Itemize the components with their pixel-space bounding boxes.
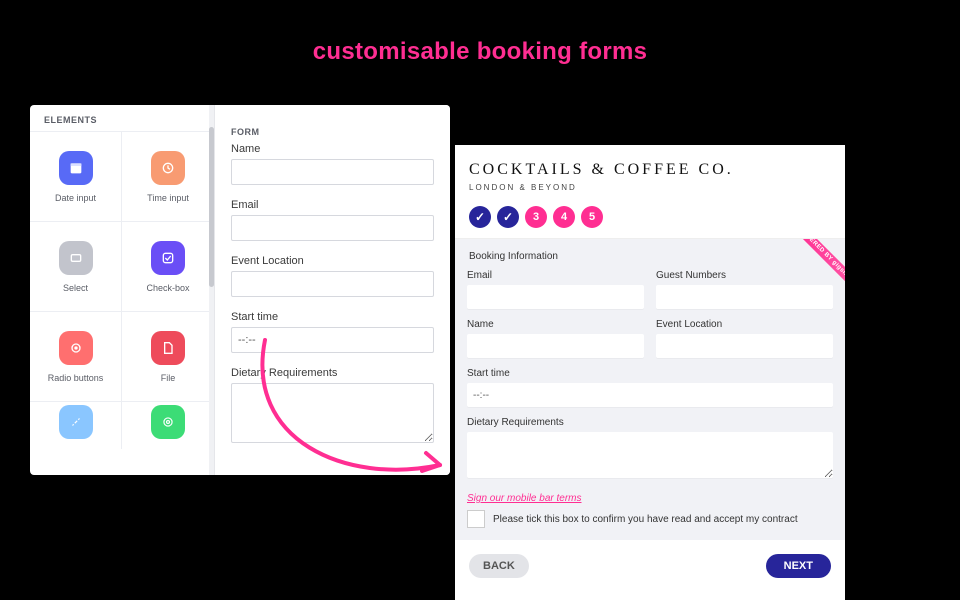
file-icon xyxy=(151,331,185,365)
dietary-field[interactable] xyxy=(467,432,833,478)
start-time-input[interactable] xyxy=(231,327,434,353)
event-location-field[interactable] xyxy=(656,334,833,358)
radio-icon xyxy=(59,331,93,365)
element-tile-label: Radio buttons xyxy=(48,373,104,383)
form-preview: FORM Name Email Event Location Start tim… xyxy=(215,105,450,475)
element-tile-checkbox[interactable]: Check-box xyxy=(122,221,214,311)
field-label-email: Email xyxy=(231,199,434,211)
form-header: FORM xyxy=(231,117,434,143)
element-tile-partial-1[interactable] xyxy=(30,401,122,449)
field-label-name: Name xyxy=(231,143,434,155)
field-label-dietary: Dietary Requirements xyxy=(231,367,434,379)
powered-by-ribbon: POWERED BY gigsheet xyxy=(793,239,845,291)
element-tile-label: File xyxy=(161,373,176,383)
section-title: Booking Information xyxy=(469,251,833,262)
field-label-location: Event Location xyxy=(231,255,434,267)
brand-subtitle: LONDON & BEYOND xyxy=(469,183,831,192)
step-2-done[interactable] xyxy=(497,206,519,228)
element-tile-label: Date input xyxy=(55,193,96,203)
brand-title: COCKTAILS & COFFEE CO. xyxy=(469,161,831,179)
next-button[interactable]: NEXT xyxy=(766,554,831,578)
element-tile-file[interactable]: File xyxy=(122,311,214,401)
hero-title: customisable booking forms xyxy=(313,38,648,66)
email-input[interactable] xyxy=(231,215,434,241)
calendar-icon xyxy=(59,151,93,185)
label-location: Event Location xyxy=(656,319,833,330)
form-editor-panel: ELEMENTS Date input Time input Select xyxy=(30,105,450,475)
booking-information-section: POWERED BY gigsheet Booking Information … xyxy=(455,239,845,540)
step-3[interactable]: 3 xyxy=(525,206,547,228)
scrollbar-thumb[interactable] xyxy=(209,127,214,287)
field-label-start-time: Start time xyxy=(231,311,434,323)
accept-text: Please tick this box to confirm you have… xyxy=(493,514,798,525)
name-field[interactable] xyxy=(467,334,644,358)
progress-stepper: 3 4 5 xyxy=(455,198,845,239)
dietary-textarea[interactable] xyxy=(231,383,434,443)
element-tile-label: Time input xyxy=(147,193,189,203)
element-tile-partial-2[interactable] xyxy=(122,401,214,449)
label-dietary: Dietary Requirements xyxy=(467,417,833,428)
element-tile-date-input[interactable]: Date input xyxy=(30,131,122,221)
elements-sidebar: ELEMENTS Date input Time input Select xyxy=(30,105,215,475)
element-tile-time-input[interactable]: Time input xyxy=(122,131,214,221)
link-icon xyxy=(59,405,93,439)
brand-header: COCKTAILS & COFFEE CO. LONDON & BEYOND xyxy=(455,145,845,198)
name-input[interactable] xyxy=(231,159,434,185)
element-tile-label: Select xyxy=(63,283,88,293)
event-location-input[interactable] xyxy=(231,271,434,297)
clock-icon xyxy=(151,151,185,185)
step-4[interactable]: 4 xyxy=(553,206,575,228)
elements-scrollbar[interactable] xyxy=(209,105,214,475)
element-tile-label: Check-box xyxy=(146,283,189,293)
label-name: Name xyxy=(467,319,644,330)
start-time-field[interactable] xyxy=(467,383,833,407)
accept-row: Please tick this box to confirm you have… xyxy=(467,510,833,528)
step-5[interactable]: 5 xyxy=(581,206,603,228)
elements-header: ELEMENTS xyxy=(30,105,214,131)
form-footer: BACK NEXT xyxy=(455,540,845,592)
label-email: Email xyxy=(467,270,644,281)
back-button[interactable]: BACK xyxy=(469,554,529,578)
label-start-time: Start time xyxy=(467,368,833,379)
at-icon xyxy=(151,405,185,439)
element-tile-radio[interactable]: Radio buttons xyxy=(30,311,122,401)
step-1-done[interactable] xyxy=(469,206,491,228)
email-field[interactable] xyxy=(467,285,644,309)
element-tile-select[interactable]: Select xyxy=(30,221,122,311)
customer-booking-form: COCKTAILS & COFFEE CO. LONDON & BEYOND 3… xyxy=(455,145,845,600)
select-icon xyxy=(59,241,93,275)
terms-link[interactable]: Sign our mobile bar terms xyxy=(467,493,582,504)
accept-checkbox[interactable] xyxy=(467,510,485,528)
checkbox-icon xyxy=(151,241,185,275)
